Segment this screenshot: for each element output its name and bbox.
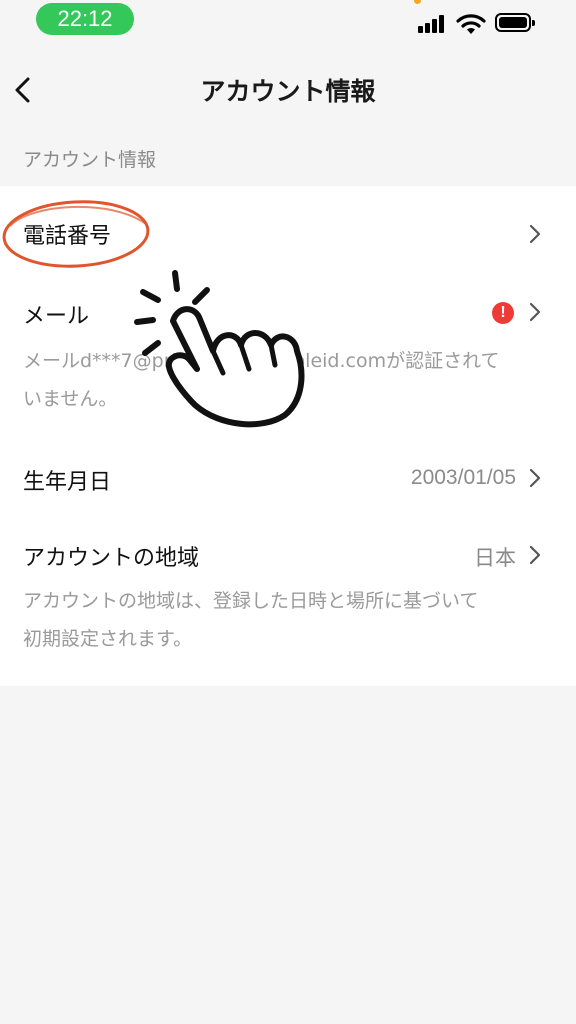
page-title: アカウント情報: [200, 77, 376, 106]
row-region[interactable]: アカウントの地域 日本 アカウントの地域は、登録した日時と場所に基づいて 初期設…: [0, 520, 576, 670]
chevron-right-icon: [529, 545, 541, 565]
phone-label: 電話番号: [23, 224, 112, 249]
chevron-right-icon: [529, 224, 541, 244]
row-email[interactable]: メール メールd***7@privaterelay.appleid.comが認証…: [0, 280, 576, 420]
wifi-icon: [456, 14, 486, 34]
region-value: 日本: [474, 547, 516, 570]
chevron-right-icon: [529, 302, 541, 322]
alert-icon: !: [492, 302, 514, 324]
region-label: アカウントの地域: [23, 546, 200, 571]
row-phone[interactable]: 電話番号: [0, 196, 576, 272]
status-time: 22:12: [36, 3, 134, 35]
birthday-value: 2003/01/05: [410, 466, 516, 489]
privacy-indicator: [414, 0, 421, 4]
row-birthday[interactable]: 生年月日 2003/01/05: [0, 440, 576, 516]
email-label: メール: [23, 304, 90, 329]
battery-icon: [495, 13, 535, 32]
signal-icon: [418, 15, 448, 33]
email-unverified-note: メールd***7@privaterelay.appleid.comが認証されて …: [23, 350, 500, 410]
region-note: アカウントの地域は、登録した日時と場所に基づいて 初期設定されます。: [23, 590, 479, 650]
birthday-label: 生年月日: [23, 470, 112, 495]
status-bar: 22:12: [0, 0, 576, 40]
nav-bar: アカウント情報: [0, 60, 576, 120]
section-label: アカウント情報: [23, 149, 157, 171]
chevron-right-icon: [529, 468, 541, 488]
